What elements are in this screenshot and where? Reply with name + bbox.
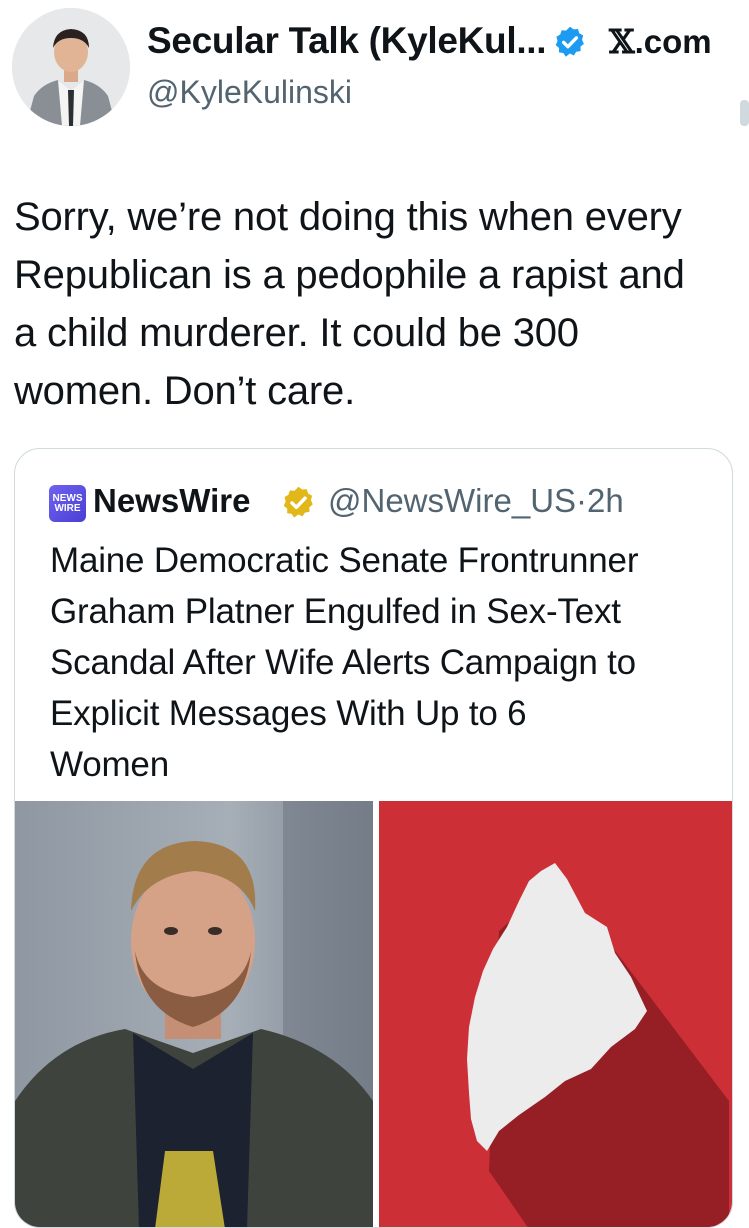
- tweet-text: Sorry, we’re not doing this when every R…: [14, 188, 734, 420]
- author-avatar[interactable]: [12, 8, 130, 126]
- headline-line: Women: [50, 745, 169, 784]
- quoted-headline: Maine Democratic Senate Frontrunner Grah…: [50, 535, 715, 790]
- meta-separator: ·: [576, 482, 588, 519]
- site-domain: .com: [634, 23, 712, 60]
- quoted-handle[interactable]: @NewsWire_US: [328, 482, 576, 519]
- gold-verified-badge-icon: [283, 486, 313, 518]
- portrait-photo: [15, 801, 373, 1227]
- tweet-text-line: Sorry, we’re not doing this when every: [14, 195, 682, 239]
- x-logo-icon: 𝕏: [609, 22, 635, 61]
- scrollbar-thumb[interactable]: [740, 100, 749, 126]
- avatar-photo: [12, 8, 130, 126]
- tweet-text-line: women. Don’t care.: [14, 369, 355, 413]
- author-name[interactable]: Secular Talk (KyleKul...: [147, 20, 547, 62]
- tweet-text-line: a child murderer. It could be 300: [14, 311, 579, 355]
- portrait-image[interactable]: [15, 801, 373, 1227]
- author-handle[interactable]: @KyleKulinski: [147, 74, 352, 111]
- headline-line: Graham Platner Engulfed in Sex-Text: [50, 592, 621, 631]
- maine-map-graphic: [379, 801, 732, 1227]
- headline-line: Maine Democratic Senate Frontrunner: [50, 541, 639, 580]
- quoted-meta: @NewsWire_US·2h: [328, 482, 624, 520]
- tweet-text-line: Republican is a pedophile a rapist and: [14, 253, 685, 297]
- logo-text-line: WIRE: [54, 502, 81, 514]
- maine-map-image[interactable]: [379, 801, 732, 1227]
- newswire-logo-icon: NEWS WIRE: [49, 485, 86, 522]
- headline-line: Explicit Messages With Up to 6: [50, 694, 527, 733]
- quoted-author-name[interactable]: NewsWire: [93, 482, 250, 520]
- site-label[interactable]: 𝕏.com: [609, 22, 712, 61]
- verified-badge-icon: [555, 26, 584, 57]
- logo-text-line: NEWS: [52, 492, 83, 504]
- headline-line: Scandal After Wife Alerts Campaign to: [50, 643, 636, 682]
- quoted-post-card[interactable]: NEWS WIRE NewsWire @NewsWire_US·2h Maine…: [14, 448, 733, 1228]
- quoted-timestamp[interactable]: 2h: [587, 482, 624, 519]
